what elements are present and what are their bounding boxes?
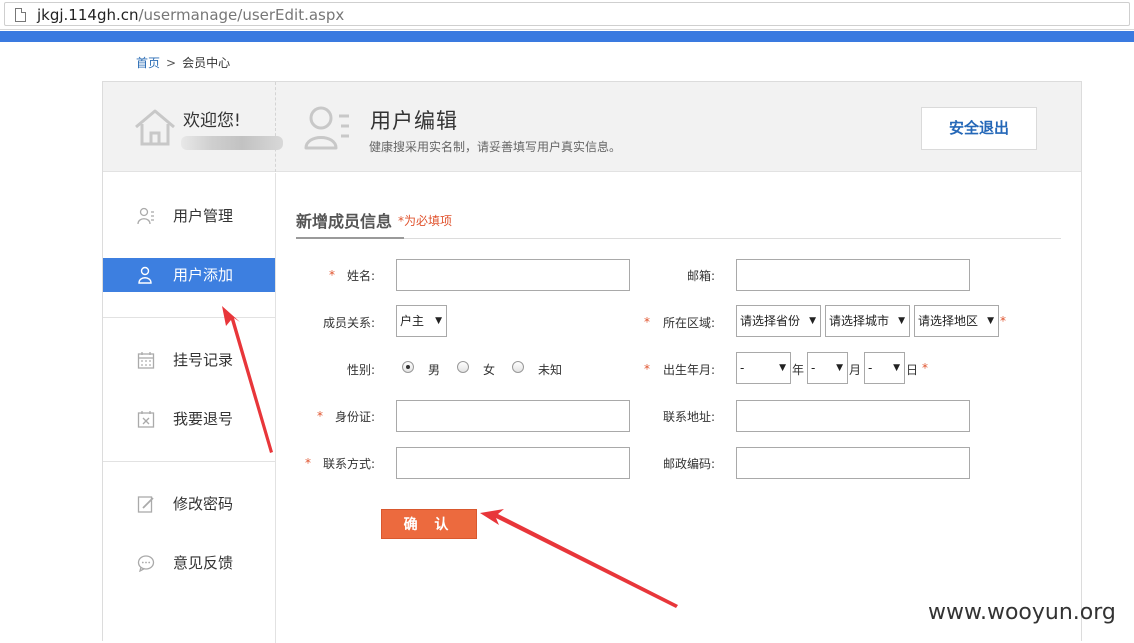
url-text: jkgj.114gh.cn/usermanage/userEdit.aspx [37,5,344,25]
gender-radio-unknown[interactable] [512,361,524,373]
chat-icon [137,555,155,572]
page-title: 用户编辑 [370,109,458,133]
gender-radio-female[interactable] [457,361,469,373]
city-select-value: 请选择城市 [829,314,890,328]
birth-day-select[interactable]: - ▼ [864,352,905,384]
sidebar: 用户管理 用户添加 挂号记录 我要退号 修改密码 意见反馈 [103,173,276,643]
name-label: 姓名: [346,269,375,283]
user-add-icon [138,266,152,284]
gender-option-label: 女 [483,363,496,377]
sidebar-item-cancel-booking[interactable]: 我要退号 [103,402,275,436]
postcode-label: 邮政编码: [662,457,715,471]
sidebar-item-user-manage[interactable]: 用户管理 [103,199,275,233]
dropdown-arrow-icon: ▼ [809,316,816,326]
district-select-value: 请选择地区 [918,314,979,328]
region-label: 所在区域: [662,316,715,330]
id-card-input[interactable] [396,400,630,432]
sidebar-item-label: 用户添加 [173,266,234,284]
sidebar-item-label: 修改密码 [173,495,234,513]
month-unit: 月 [849,363,862,377]
top-accent-bar [0,31,1134,42]
required-star: * [644,362,650,376]
confirm-button[interactable]: 确 认 [381,509,477,539]
sidebar-divider [103,317,275,318]
url-path: /usermanage/userEdit.aspx [138,6,345,24]
header-divider [275,82,276,172]
url-field[interactable]: jkgj.114gh.cn/usermanage/userEdit.aspx [4,2,1130,26]
sidebar-item-change-password[interactable]: 修改密码 [103,487,275,521]
relation-select[interactable]: 户主 ▼ [396,305,447,337]
birth-month-select[interactable]: - ▼ [807,352,848,384]
sidebar-item-label: 意见反馈 [173,554,234,572]
gender-option-label: 未知 [538,363,563,377]
year-unit: 年 [792,363,805,377]
breadcrumb-separator: > [166,56,177,70]
postcode-input[interactable] [736,447,970,479]
watermark: www.wooyun.org [928,600,1116,625]
required-star: * [1000,314,1006,328]
district-select[interactable]: 请选择地区 ▼ [914,305,999,337]
breadcrumb-current: 会员中心 [182,56,231,70]
relation-select-value: 户主 [400,314,425,328]
breadcrumb-home-link[interactable]: 首页 [136,56,160,70]
province-select[interactable]: 请选择省份 ▼ [736,305,821,337]
required-note: *为必填项 [398,214,453,228]
gender-radio-male[interactable] [402,361,414,373]
sidebar-item-feedback[interactable]: 意见反馈 [103,546,275,580]
email-input[interactable] [736,259,970,291]
birth-day-value: - [868,361,873,375]
section-title: 新增成员信息 [296,212,393,231]
edit-icon [137,496,154,513]
id-card-label: 身份证: [334,410,375,424]
address-input[interactable] [736,400,970,432]
browser-address-bar: jkgj.114gh.cn/usermanage/userEdit.aspx [0,0,1134,30]
section-divider [296,238,1061,239]
email-label: 邮箱: [686,269,715,283]
phone-input[interactable] [396,447,630,479]
calendar-icon [137,352,155,369]
address-label: 联系地址: [662,410,715,424]
sidebar-item-label: 用户管理 [173,207,234,225]
member-center-panel: 欢迎您! 用户编辑 健康搜采用实名制，请妥善填写用户真实信息。 安全退出 用户管… [102,81,1082,643]
home-icon [135,109,175,146]
gender-label: 性别: [346,363,375,377]
logout-button[interactable]: 安全退出 [921,107,1037,150]
dropdown-arrow-icon: ▼ [779,363,786,373]
birth-label: 出生年月: [662,363,715,377]
user-profile-icon [304,106,349,150]
dropdown-arrow-icon: ▼ [836,363,843,373]
sidebar-item-booking-records[interactable]: 挂号记录 [103,343,275,377]
required-star: * [644,315,650,329]
sidebar-item-label: 挂号记录 [173,351,234,369]
gender-option-label: 男 [428,363,441,377]
dropdown-arrow-icon: ▼ [893,363,900,373]
breadcrumb: 首页 > 会员中心 [136,55,230,71]
sidebar-item-label: 我要退号 [173,410,234,428]
welcome-text: 欢迎您! [183,111,241,131]
day-unit: 日 [906,363,919,377]
name-input[interactable] [396,259,630,291]
panel-header: 欢迎您! 用户编辑 健康搜采用实名制，请妥善填写用户真实信息。 安全退出 [103,82,1081,172]
page-icon [15,8,26,22]
required-star: * [922,361,928,375]
page-subtitle: 健康搜采用实名制，请妥善填写用户真实信息。 [369,140,622,154]
dropdown-arrow-icon: ▼ [435,316,442,326]
birth-month-value: - [811,361,816,375]
sidebar-item-user-add[interactable]: 用户添加 [103,258,275,292]
city-select[interactable]: 请选择城市 ▼ [825,305,910,337]
birth-year-select[interactable]: - ▼ [736,352,791,384]
province-select-value: 请选择省份 [740,314,801,328]
users-icon [137,207,154,225]
birth-year-value: - [740,361,745,375]
dropdown-arrow-icon: ▼ [898,316,905,326]
sidebar-divider [103,461,275,462]
section-divider-accent [296,237,404,239]
username-redacted [181,136,283,150]
phone-label: 联系方式: [322,457,375,471]
url-host: jkgj.114gh.cn [37,6,139,24]
dropdown-arrow-icon: ▼ [987,316,994,326]
relation-label: 成员关系: [322,316,375,330]
calendar-cancel-icon [137,411,155,428]
